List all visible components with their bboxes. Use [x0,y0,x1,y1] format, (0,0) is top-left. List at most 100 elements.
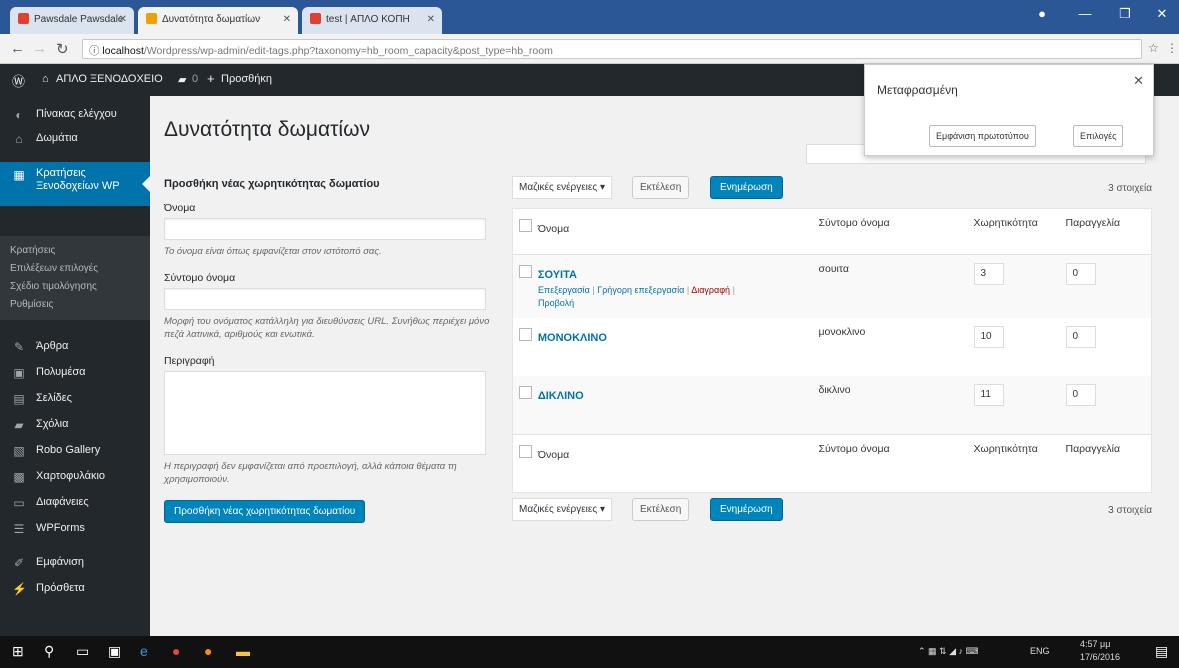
show-original-button[interactable]: Εμφάνιση πρωτοτύπου [929,125,1036,147]
firefox-icon[interactable]: ● [204,643,212,659]
forward-icon[interactable]: → [32,40,47,57]
new-content-link[interactable]: Προσθήκη [221,73,272,85]
table-row: ΜΟΝΟΚΛΙΝΟ μονοκλινο 10 0 [513,318,1152,376]
store-icon[interactable]: ▣ [108,643,121,660]
menu-slides[interactable]: ▭ Διαφάνειες [0,490,150,516]
name-input[interactable] [164,218,486,240]
close-tab-icon[interactable]: ✕ [283,14,291,25]
search-icon[interactable]: ⚲ [44,643,54,660]
profile-icon[interactable]: ● [1019,0,1065,28]
menu-rooms[interactable]: ⌂ Δωμάτια [0,126,150,152]
menu-posts[interactable]: ✎ Άρθρα [0,334,150,360]
maximize-icon[interactable]: ❐ [1105,0,1145,28]
edge-icon[interactable]: e [140,643,148,659]
menu-appearance[interactable]: ✐ Εμφάνιση [0,550,150,576]
column-slug[interactable]: Σύντομο όνομα [819,217,890,229]
comments-count[interactable]: 0 [192,73,198,85]
task-view-icon[interactable]: ▭ [76,643,89,660]
submenu-settings[interactable]: Ρυθμίσεις [10,299,53,310]
bulk-actions-select[interactable]: Μαζικές ενέργειες ▾ [512,176,612,199]
menu-icon[interactable]: ⋮ [1166,41,1178,55]
submenu-extra-options[interactable]: Επιλέξεων επιλογές [10,263,98,274]
close-tab-icon[interactable]: ✕ [427,14,435,25]
menu-plugins[interactable]: ⚡ Πρόσθετα [0,576,150,602]
column-name[interactable]: Όνομα [538,223,569,235]
appearance-icon: ✐ [13,556,25,570]
clock-time[interactable]: 4:57 μμ [1080,639,1110,649]
slug-input[interactable] [164,288,486,310]
chrome-icon[interactable]: ● [172,643,180,659]
menu-hotel-booking[interactable]: ▦ Κρατήσεις Ξενοδοχείων WP [0,162,150,206]
submenu-bookings[interactable]: Κρατήσεις [10,245,55,256]
menu-robo-gallery[interactable]: ▧ Robo Gallery [0,438,150,464]
site-name-link[interactable]: ΑΠΛΟ ΞΕΝΟΔΟΧΕΙΟ [56,73,163,85]
tray-icons[interactable]: ⌃ ▦ ⇅ ◢ ♪ ⌨ [918,646,979,657]
close-window-icon[interactable]: ✕ [1145,0,1179,28]
file-explorer-icon[interactable]: ▬ [236,643,250,659]
row-checkbox[interactable] [519,386,532,399]
apply-button[interactable]: Εκτέλεση [632,498,690,521]
order-input[interactable]: 0 [1065,263,1096,285]
submenu-pricing-plan[interactable]: Σχέδιο τιμολόγησης [10,281,97,292]
update-button[interactable]: Ενημέρωση [710,176,783,199]
menu-wpforms[interactable]: ☰ WPForms [0,516,150,542]
clock-date[interactable]: 17/6/2016 [1080,652,1120,662]
table-nav-bottom: Μαζικές ενέργειες ▾ Εκτέλεση Ενημέρωση 3… [512,498,1152,524]
description-textarea[interactable] [164,371,486,455]
menu-portfolio[interactable]: ▩ Χαρτοφυλάκιο [0,464,150,490]
close-tab-icon[interactable]: ✕ [119,14,127,25]
update-button[interactable]: Ενημέρωση [710,498,783,521]
minimize-icon[interactable]: — [1065,0,1105,28]
url-field[interactable]: ⓘ localhost/Wordpress/wp-admin/edit-tags… [82,39,1142,59]
wordpress-logo-icon[interactable]: Ⓦ [12,71,25,90]
close-icon[interactable]: ✕ [1133,73,1144,89]
browser-tab-1[interactable]: Pawsdale Pawsdale ✕ [10,7,134,34]
windows-start-icon[interactable]: ⊞ [12,643,24,660]
delete-link[interactable]: Διαγραφή [691,285,730,295]
home-icon[interactable]: ⌂ [42,73,49,85]
term-name-link[interactable]: ΔΙΚΛΙΝΟ [538,390,584,402]
column-capacity[interactable]: Χωρητικότητα [974,217,1038,229]
browser-tab-3[interactable]: test | ΑΠΛΟ ΚΟΠΗ ✕ [302,7,442,34]
back-icon[interactable]: ← [10,40,25,57]
order-input[interactable]: 0 [1065,384,1096,406]
menu-media[interactable]: ▣ Πολυμέσα [0,360,150,386]
select-all-checkbox[interactable] [519,219,532,232]
row-checkbox[interactable] [519,328,532,341]
input-language[interactable]: ENG [1030,646,1050,656]
term-name-link[interactable]: ΜΟΝΟΚΛΙΝΟ [538,332,607,344]
quick-edit-link[interactable]: Γρήγορη επεξεργασία [597,285,684,295]
address-bar: ← → ↻ ⓘ localhost/Wordpress/wp-admin/edi… [0,34,1179,64]
translate-options-button[interactable]: Επιλογές [1073,125,1124,147]
menu-dashboard[interactable]: ◐ Πίνακας ελέγχου [0,102,150,128]
menu-pages[interactable]: ▤ Σελίδες [0,386,150,412]
star-icon[interactable]: ☆ [1148,41,1159,55]
view-link[interactable]: Προβολή [538,298,574,308]
column-order[interactable]: Παραγγελία [1066,217,1121,229]
add-capacity-button[interactable]: Προσθήκη νέας χωρητικότητας δωματίου [164,500,366,523]
calendar-icon: ▦ [13,168,25,182]
column-capacity[interactable]: Χωρητικότητα [974,443,1038,455]
capacity-input[interactable]: 11 [973,384,1004,406]
bulk-actions-select[interactable]: Μαζικές ενέργειες ▾ [512,498,612,521]
browser-tab-2[interactable]: Δυνατότητα δωματίων ✕ [138,7,298,34]
reload-icon[interactable]: ↻ [56,40,69,58]
capacity-input[interactable]: 3 [973,263,1004,285]
plus-icon[interactable]: + [207,71,215,86]
row-checkbox[interactable] [519,265,532,278]
column-slug[interactable]: Σύντομο όνομα [819,443,890,455]
select-all-checkbox[interactable] [519,444,532,458]
menu-comments[interactable]: ▰ Σχόλια [0,412,150,438]
apply-button[interactable]: Εκτέλεση [632,176,690,199]
column-order[interactable]: Παραγγελία [1066,443,1121,455]
comments-icon[interactable]: ▰ [178,73,186,86]
column-name[interactable]: Όνομα [538,449,569,461]
capacity-input[interactable]: 10 [973,326,1004,348]
order-input[interactable]: 0 [1065,326,1096,348]
table-header-row: Όνομα Σύντομο όνομα Χωρητικότητα Παραγγε… [512,208,1152,255]
description-help: Η περιγραφή δεν εμφανίζεται από προεπιλο… [164,461,457,485]
items-count: 3 στοιχεία [1108,183,1152,194]
term-name-link[interactable]: ΣΟΥΙΤΑ [538,269,577,281]
notifications-icon[interactable]: ▤ [1155,643,1168,660]
edit-link[interactable]: Επεξεργασία [538,285,590,295]
